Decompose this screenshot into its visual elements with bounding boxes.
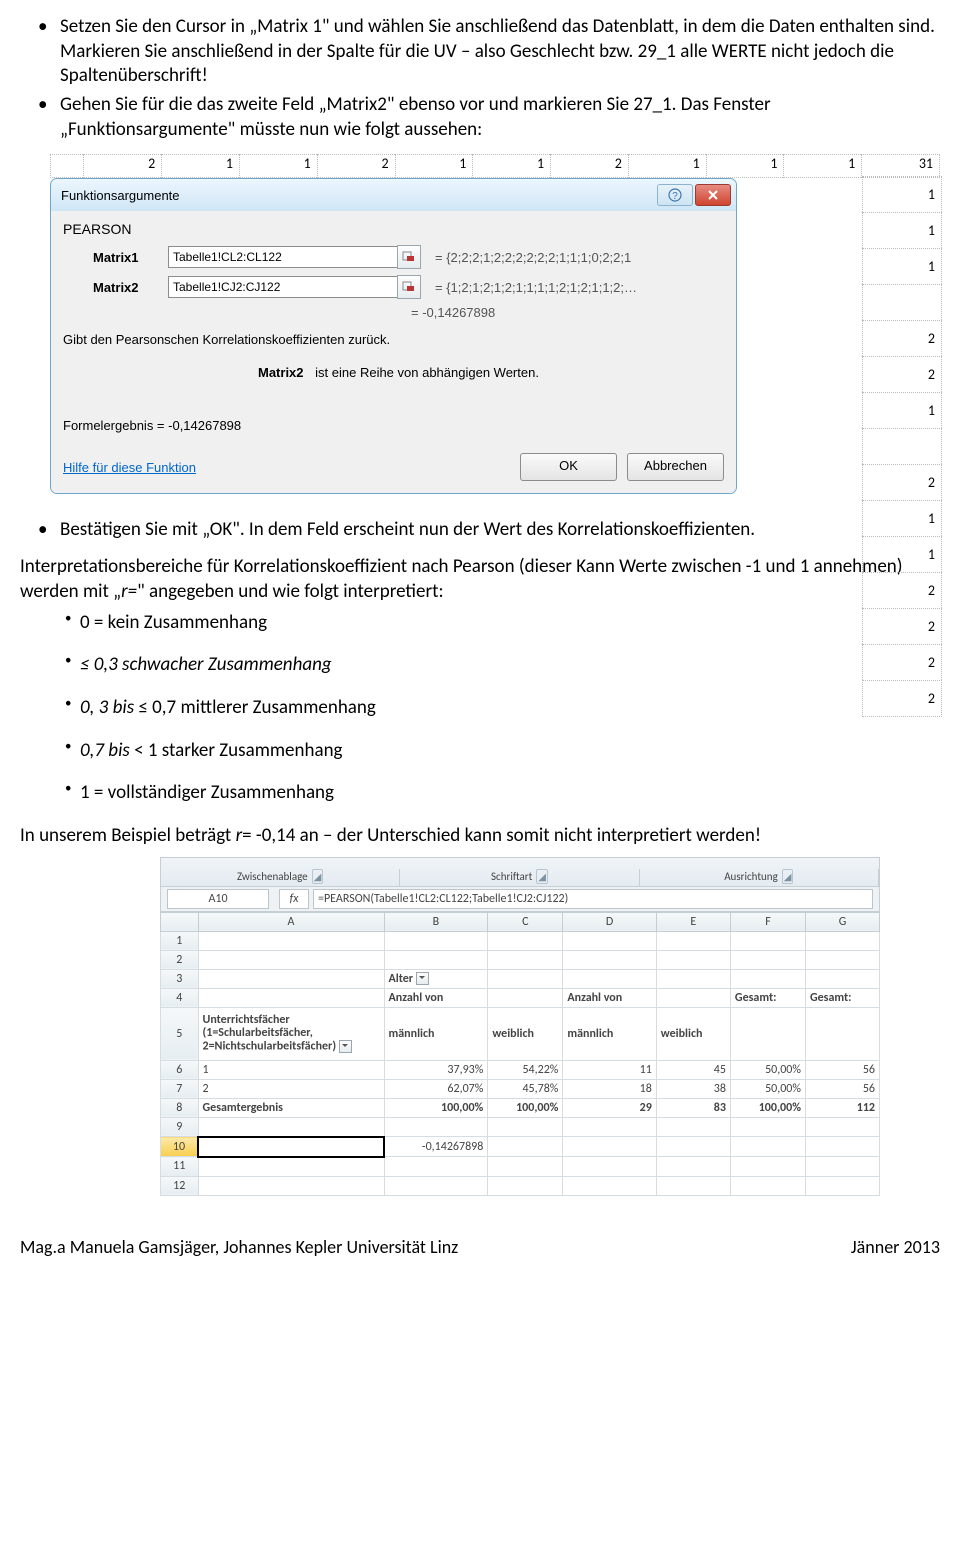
dialog-title: Funktionsargumente — [61, 188, 180, 203]
ribbon-group-clipboard[interactable]: Zwischenablage◢ — [161, 869, 400, 886]
matrix2-input[interactable]: Tabelle1!CJ2:CJ122 — [168, 276, 398, 298]
filter-icon[interactable] — [339, 1040, 352, 1053]
range-select-icon — [402, 251, 416, 263]
interp-range-0: 0 = kein Zusammenhang — [20, 611, 940, 636]
fx-button[interactable]: fx — [279, 889, 309, 909]
help-icon: ? — [668, 188, 682, 202]
matrix1-range-button[interactable] — [397, 245, 421, 269]
interp-range-3: 0,7 bis < 1 starker Zusammenhang — [20, 739, 940, 764]
range-select-icon — [402, 281, 416, 293]
table-row: 8Gesamtergebnis100,00%100,00%2983100,00%… — [161, 1098, 880, 1117]
matrix1-input[interactable]: Tabelle1!CL2:CL122 — [168, 246, 398, 268]
table-row: 9 — [161, 1117, 880, 1137]
footer-date: Jänner 2013 — [851, 1236, 940, 1258]
table-row: 5Unterrichtsfächer (1=Schularbeitsfächer… — [161, 1007, 880, 1060]
instruction-1: Setzen Sie den Cursor in „Matrix 1" und … — [20, 15, 940, 89]
excel-screenshot: Zwischenablage◢ Schriftart◢ Ausrichtung◢… — [160, 857, 880, 1196]
table-row: 11 — [161, 1157, 880, 1177]
table-row: 3Alter — [161, 969, 880, 988]
table-row: 12 — [161, 1176, 880, 1195]
excel-cells-side-col: 1 1 1 2 2 1 2 1 1 2 2 2 2 — [862, 176, 942, 717]
argument-description: Matrix2 ist eine Reihe von abhängigen We… — [258, 365, 724, 380]
function-name: PEARSON — [63, 221, 724, 237]
table-row: 4Anzahl vonAnzahl vonGesamt:Gesamt: — [161, 988, 880, 1007]
cancel-button[interactable]: Abbrechen — [627, 453, 724, 481]
matrix2-eval: = {1;2;1;2;1;2;1;1;1;1;2;1;2;1;1;2;… — [435, 280, 637, 295]
filter-icon[interactable] — [416, 972, 429, 985]
table-row: 6137,93%54,22%114550,00%56 — [161, 1060, 880, 1079]
instruction-2: Gehen Sie für die das zweite Feld „Matri… — [20, 93, 940, 142]
dialog-launcher-icon[interactable]: ◢ — [536, 869, 548, 884]
table-row: 7262,07%45,78%183850,00%56 — [161, 1079, 880, 1098]
table-row: 2 — [161, 950, 880, 969]
close-icon — [707, 189, 719, 201]
footer-author: Mag.a Manuela Gamsjäger, Johannes Kepler… — [20, 1236, 458, 1258]
interp-range-1: ≤ 0,3 schwacher Zusammenhang — [20, 653, 940, 678]
close-button[interactable] — [695, 184, 731, 206]
interpretation-intro: Interpretationsbereiche für Korrelations… — [20, 555, 940, 604]
matrix1-label: Matrix1 — [93, 250, 168, 265]
interp-range-4: 1 = vollständiger Zusammenhang — [20, 781, 940, 806]
interp-range-2: 0, 3 bis ≤ 0,7 mittlerer Zusammenhang — [20, 696, 940, 721]
spreadsheet-grid[interactable]: A B C D E F G 1 2 3Alter 4Anzahl vonAnza… — [160, 912, 880, 1196]
ok-button[interactable]: OK — [520, 453, 617, 481]
matrix2-label: Matrix2 — [93, 280, 168, 295]
function-description: Gibt den Pearsonschen Korrelationskoeffi… — [63, 332, 724, 347]
ribbon-group-alignment[interactable]: Ausrichtung◢ — [640, 869, 879, 886]
svg-text:?: ? — [672, 191, 678, 202]
result-eval: = -0,14267898 — [411, 305, 724, 320]
matrix1-eval: = {2;2;2;1;2;2;2;2;2;2;1;1;1;0;2;2;1 — [435, 250, 631, 265]
function-arguments-dialog: Funktionsargumente ? PEARSON Matrix1 — [50, 178, 737, 494]
matrix2-range-button[interactable] — [397, 275, 421, 299]
ribbon-group-font[interactable]: Schriftart◢ — [400, 869, 639, 886]
function-help-link[interactable]: Hilfe für diese Funktion — [63, 460, 196, 475]
formula-result-label: Formelergebnis = -0,14267898 — [63, 418, 724, 433]
dialog-launcher-icon[interactable]: ◢ — [312, 869, 324, 884]
table-row: 1 — [161, 931, 880, 950]
col-header-row: A B C D E F G — [161, 912, 880, 931]
table-row-selected: 10-0,14267898 — [161, 1137, 880, 1157]
formula-bar[interactable]: =PEARSON(Tabelle1!CL2:CL122;Tabelle1!CJ2… — [313, 889, 873, 909]
name-box[interactable]: A10 — [167, 889, 269, 909]
instruction-3: Bestätigen Sie mit „OK". In dem Feld ers… — [20, 518, 940, 543]
help-button[interactable]: ? — [657, 184, 693, 206]
dialog-launcher-icon[interactable]: ◢ — [782, 869, 794, 884]
excel-cells-top-row: 2 1 1 2 1 1 2 1 1 1 31 — [50, 154, 940, 178]
conclusion: In unserem Beispiel beträgt r= -0,14 an … — [20, 824, 940, 849]
